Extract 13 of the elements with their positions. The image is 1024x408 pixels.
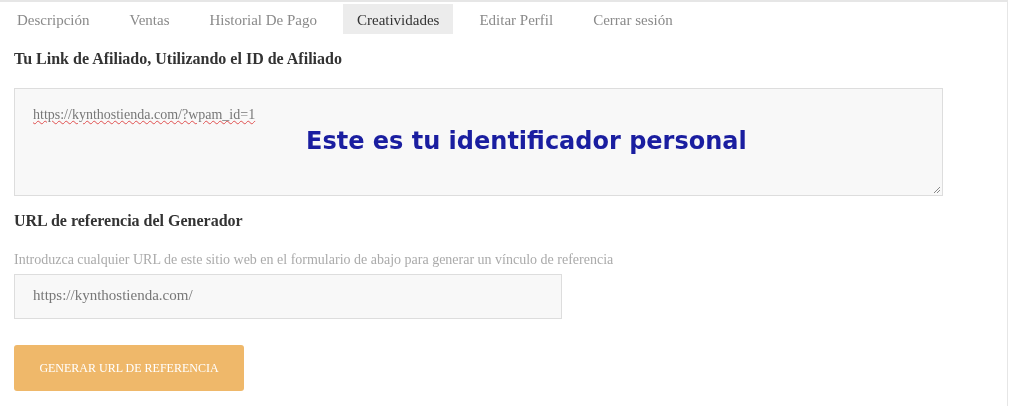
hint-text: Introduzca cualquier URL de este sitio web en el formulario de abajo para generar un vínculo de referencia [14, 252, 614, 268]
tab[interactable]: Editar Perfil [465, 4, 568, 34]
tab[interactable]: Cerrar sesión [579, 4, 687, 34]
annotation-text: Este es tu identificador personal [306, 127, 747, 155]
tab[interactable]: Ventas [115, 4, 184, 34]
affiliate-link-field[interactable]: https://kynthostienda.com/?wpam_id=1 Este es tu identificador personal [14, 88, 943, 196]
tab[interactable]: Descripción [3, 4, 104, 34]
section-heading: URL de referencia del Generador [14, 212, 243, 230]
section-heading: Tu Link de Afiliado, Utilizando el ID de Afiliado [14, 50, 342, 68]
resize-grip-icon[interactable] [933, 186, 941, 194]
url-input-field[interactable]: https://kynthostienda.com/ [14, 274, 562, 319]
tab[interactable]: Creatividades [342, 4, 454, 34]
tab[interactable]: Historial De Pago [195, 4, 331, 34]
